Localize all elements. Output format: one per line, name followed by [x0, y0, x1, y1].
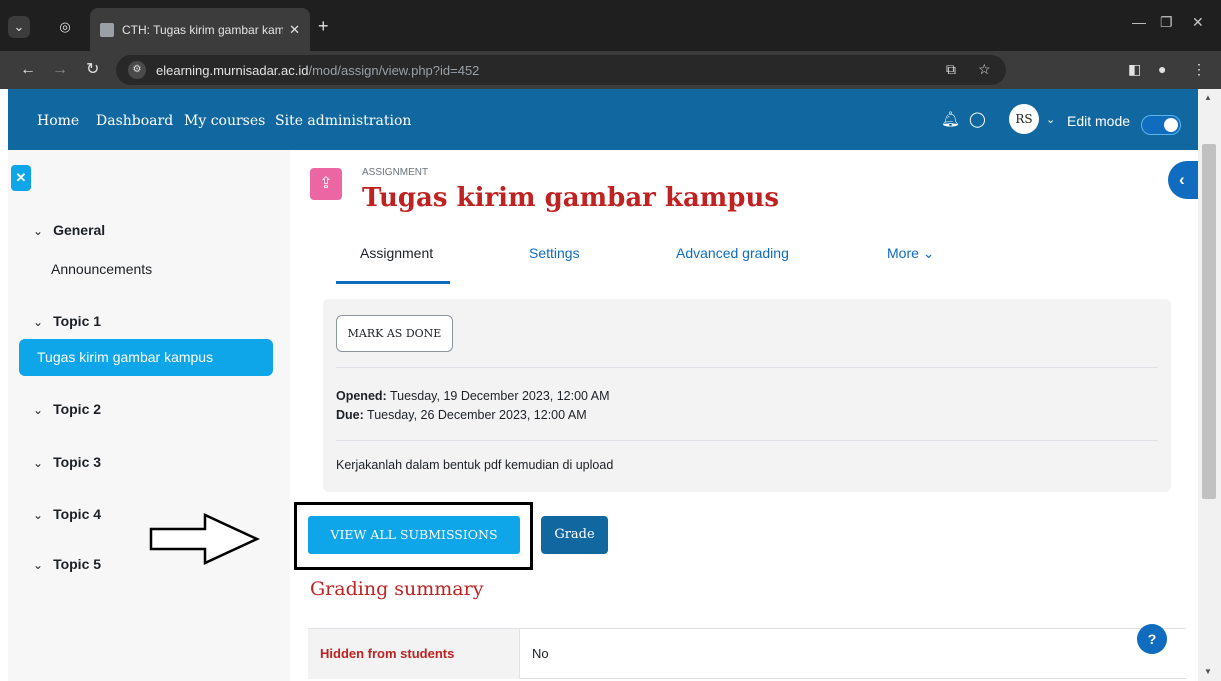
- highlight-annotation-box: [294, 502, 533, 570]
- secondary-navigation: Assignment Settings Advanced grading Mor…: [336, 230, 1176, 285]
- restore-button[interactable]: ❐: [1160, 14, 1173, 31]
- divider: [336, 440, 1158, 441]
- table-row: Hidden from students No: [308, 629, 1186, 679]
- messages-icon[interactable]: ◯: [969, 110, 986, 128]
- opened-date: Opened: Tuesday, 19 December 2023, 12:00…: [336, 387, 610, 406]
- tab-search-button[interactable]: ⌄: [8, 16, 30, 38]
- section-topic-3[interactable]: ⌄ Topic 3: [33, 454, 101, 470]
- pointing-arrow-icon: [149, 513, 260, 565]
- profile-icon[interactable]: ●: [1158, 61, 1166, 77]
- section-topic-2[interactable]: ⌄ Topic 2: [33, 401, 101, 417]
- window-close-button[interactable]: ✕: [1192, 14, 1204, 31]
- activity-type-label: ASSIGNMENT: [362, 167, 429, 178]
- section-label: Topic 3: [53, 454, 102, 470]
- course-item-tugas-kirim-gambar-kampus[interactable]: Tugas kirim gambar kampus: [19, 339, 273, 376]
- section-label: General: [53, 222, 106, 238]
- section-topic-4[interactable]: ⌄ Topic 4: [33, 506, 101, 522]
- new-tab-button[interactable]: +: [318, 17, 329, 35]
- assignment-description: Kerjakanlah dalam bentuk pdf kemudian di…: [336, 458, 614, 472]
- due-label: Due:: [336, 408, 364, 422]
- address-bar[interactable]: ⚙ elearning.murnisadar.ac.id/mod/assign/…: [116, 55, 1006, 85]
- grade-button[interactable]: Grade: [541, 516, 608, 554]
- nav-dashboard[interactable]: Dashboard: [96, 113, 173, 129]
- chevron-down-icon: ⌄: [33, 508, 44, 522]
- url-host: elearning.murnisadar.ac.id: [156, 62, 309, 78]
- assignment-icon: ⇪: [310, 168, 342, 200]
- activity-information-panel: MARK AS DONE Opened: Tuesday, 19 Decembe…: [323, 299, 1171, 492]
- scrollbar-thumb[interactable]: [1202, 144, 1216, 499]
- open-block-drawer-button[interactable]: ‹: [1168, 161, 1198, 199]
- chevron-down-icon: ⌄: [33, 456, 44, 470]
- mark-as-done-button[interactable]: MARK AS DONE: [336, 315, 453, 352]
- tab-more[interactable]: More ⌄: [887, 245, 935, 262]
- activity-dates: Opened: Tuesday, 19 December 2023, 12:00…: [336, 387, 610, 425]
- page-scrollbar[interactable]: ▲ ▼: [1198, 89, 1221, 681]
- browser-toolbar: ← → ↻ ⚙ elearning.murnisadar.ac.id/mod/a…: [0, 51, 1221, 89]
- chevron-down-icon: ⌄: [33, 224, 44, 238]
- toggle-knob: [1164, 118, 1178, 132]
- bookmark-star-icon[interactable]: ☆: [978, 61, 991, 78]
- due-value: Tuesday, 26 December 2023, 12:00 AM: [363, 408, 587, 422]
- user-menu-chevron-down-icon[interactable]: ⌄: [1046, 113, 1055, 126]
- section-label: Topic 1: [53, 313, 102, 329]
- page-title: Tugas kirim gambar kampus: [362, 183, 780, 213]
- help-button[interactable]: ?: [1137, 624, 1167, 654]
- grading-summary-table: Hidden from students No: [308, 628, 1186, 681]
- opened-label: Opened:: [336, 389, 387, 403]
- chevron-down-icon: ⌄: [33, 558, 44, 572]
- opened-value: Tuesday, 19 December 2023, 12:00 AM: [386, 389, 610, 403]
- table-row-header: Hidden from students: [308, 629, 520, 679]
- tab-close-icon[interactable]: ✕: [289, 22, 300, 38]
- divider: [336, 367, 1158, 368]
- section-label: Topic 5: [53, 556, 102, 572]
- course-item-announcements[interactable]: Announcements: [51, 261, 152, 277]
- nav-site-administration[interactable]: Site administration: [275, 113, 411, 129]
- table-cell: No: [532, 646, 549, 661]
- site-info-icon[interactable]: ⚙: [128, 61, 146, 79]
- scroll-down-icon[interactable]: ▼: [1204, 667, 1212, 676]
- section-label: Topic 4: [53, 506, 102, 522]
- back-icon[interactable]: ←: [20, 60, 36, 80]
- tab-settings[interactable]: Settings: [529, 245, 580, 261]
- reload-icon[interactable]: ↻: [86, 60, 99, 80]
- grading-summary-heading: Grading summary: [310, 578, 484, 600]
- primary-navigation: Home Dashboard My courses Site administr…: [8, 89, 1198, 150]
- url-path: /mod/assign/view.php?id=452: [308, 62, 480, 78]
- side-panel-icon[interactable]: ◧: [1128, 61, 1141, 78]
- edit-mode-toggle[interactable]: [1141, 115, 1181, 135]
- tab-assignment[interactable]: Assignment: [360, 245, 433, 261]
- due-date: Due: Tuesday, 26 December 2023, 12:00 AM: [336, 406, 610, 425]
- section-general[interactable]: ⌄ General: [33, 222, 105, 238]
- url-text: elearning.murnisadar.ac.id/mod/assign/vi…: [156, 63, 479, 78]
- forward-icon[interactable]: →: [52, 60, 68, 80]
- tab-advanced-grading[interactable]: Advanced grading: [676, 245, 789, 261]
- section-label: Topic 2: [53, 401, 102, 417]
- chevron-down-icon: ⌄: [33, 403, 44, 417]
- nav-home[interactable]: Home: [37, 113, 79, 129]
- scroll-up-icon[interactable]: ▲: [1204, 93, 1212, 102]
- translate-icon[interactable]: ⧉: [946, 61, 956, 78]
- chrome-icon: ◎: [59, 19, 71, 34]
- chevron-down-icon: ⌄: [33, 315, 44, 329]
- browser-tab[interactable]: CTH: Tugas kirim gambar kamp ✕: [90, 8, 310, 51]
- tab-title: CTH: Tugas kirim gambar kamp: [122, 22, 284, 37]
- section-topic-1[interactable]: ⌄ Topic 1: [33, 313, 101, 329]
- edit-mode-label: Edit mode: [1067, 113, 1131, 129]
- section-topic-5[interactable]: ⌄ Topic 5: [33, 556, 101, 572]
- user-avatar[interactable]: RS: [1009, 104, 1039, 134]
- active-tab-indicator: [336, 281, 450, 284]
- browser-menu-icon[interactable]: ⋮: [1192, 61, 1206, 78]
- nav-my-courses[interactable]: My courses: [184, 113, 265, 129]
- browser-tab-bar: ⌄ ◎ CTH: Tugas kirim gambar kamp ✕ + — ❐…: [0, 0, 1221, 51]
- notification-bell-icon[interactable]: 🔔︎: [941, 110, 960, 128]
- moodle-favicon-icon: [100, 22, 114, 37]
- close-drawer-button[interactable]: ✕: [11, 165, 31, 191]
- minimize-button[interactable]: —: [1132, 14, 1146, 30]
